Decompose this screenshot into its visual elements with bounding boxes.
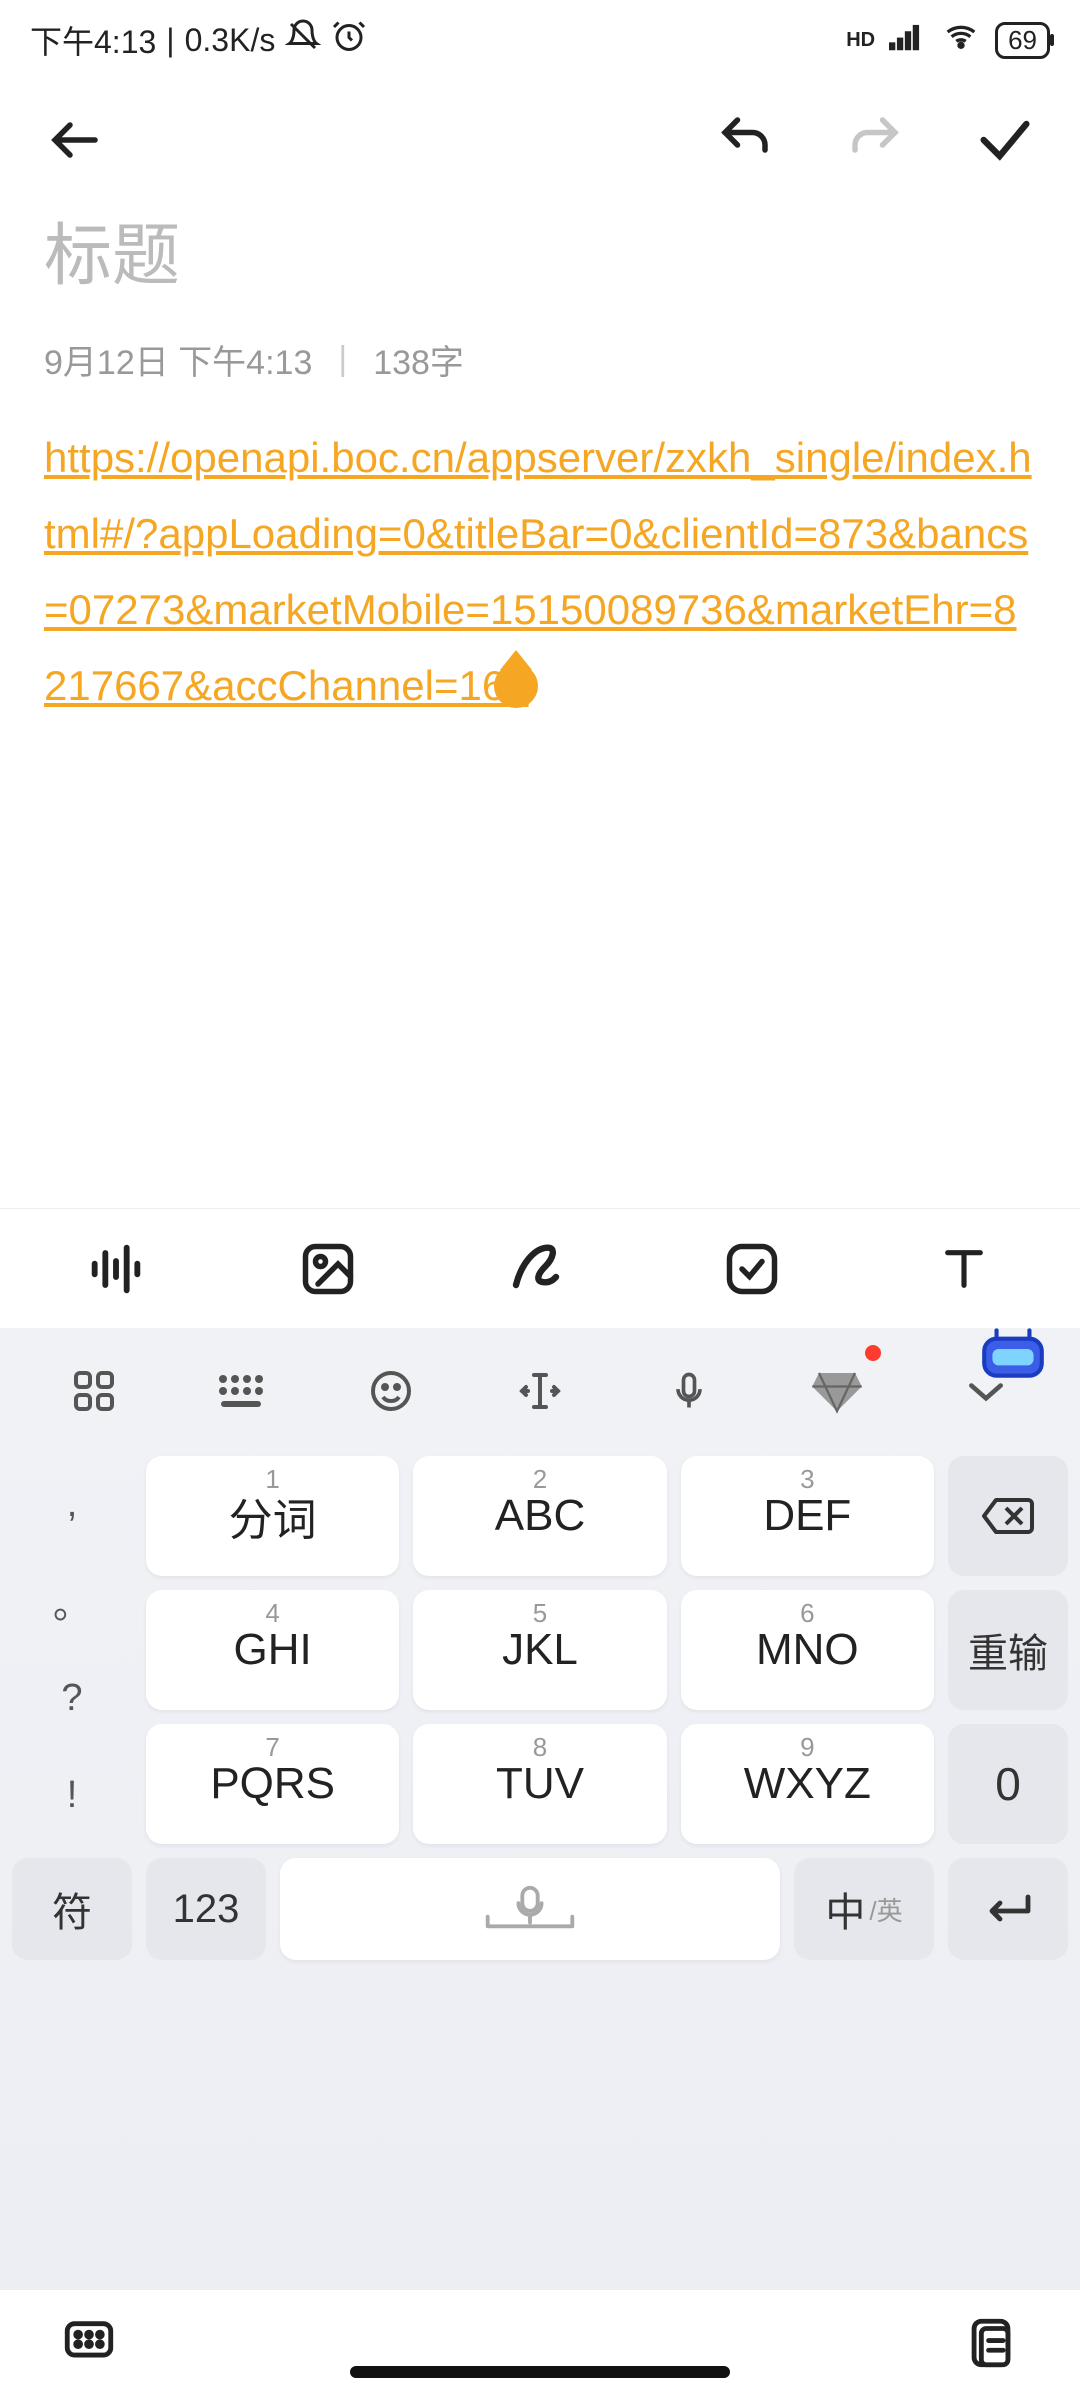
key-question[interactable]: ? [12,1657,132,1740]
diamond-icon[interactable] [797,1351,877,1431]
key-reinput[interactable]: 重输 [948,1590,1068,1710]
text-format-button[interactable] [924,1229,1004,1309]
status-divider: | [166,22,174,59]
keyboard-main-grid: , 。 ? ! 1分词 2ABC 3DEF 4GHI 5JKL 6MNO 重输 … [0,1446,1080,1844]
do-not-disturb-icon [285,18,321,62]
title-input[interactable]: 标题 [44,200,1036,299]
key-9[interactable]: 9WXYZ [681,1724,934,1844]
key-8[interactable]: 8TUV [413,1724,666,1844]
app-header [0,80,1080,200]
emoji-icon[interactable] [351,1351,431,1431]
editor-toolbar [0,1208,1080,1328]
key-language[interactable]: 中/英 [794,1858,934,1960]
status-left: 下午4:13 | 0.3K/s [30,17,367,63]
keyboard-bottom-row: 符 123 中/英 [0,1844,1080,1978]
checklist-button[interactable] [712,1229,792,1309]
key-period[interactable]: 。 [12,1560,132,1643]
key-123[interactable]: 123 [146,1858,266,1960]
keyboard-switch-icon[interactable] [203,1351,283,1431]
battery-indicator: 69 [995,22,1050,59]
mic-icon[interactable] [649,1351,729,1431]
wifi-icon [941,20,981,60]
key-2[interactable]: 2ABC [413,1456,666,1576]
content-link[interactable]: https://openapi.boc.cn/appserver/zxkh_si… [44,434,1032,709]
keyboard-assistant-icon[interactable] [976,1322,1050,1380]
meta-divider: | [338,340,347,379]
key-3[interactable]: 3DEF [681,1456,934,1576]
key-symbol[interactable]: 符 [12,1858,132,1960]
note-content[interactable]: https://openapi.boc.cn/appserver/zxkh_si… [44,420,1036,724]
key-7[interactable]: 7PQRS [146,1724,399,1844]
word-count: 138字 [373,335,464,384]
undo-button[interactable] [710,105,780,175]
status-right: HD 69 [846,20,1050,60]
key-1[interactable]: 1分词 [146,1456,399,1576]
apps-icon[interactable] [54,1351,134,1431]
key-zero[interactable]: 0 [948,1724,1068,1844]
back-button[interactable] [40,105,110,175]
image-button[interactable] [288,1229,368,1309]
keyboard-toolbar [0,1336,1080,1446]
status-time: 下午4:13 [30,17,156,63]
home-indicator[interactable] [350,2366,730,2378]
voice-wave-button[interactable] [76,1229,156,1309]
confirm-button[interactable] [970,105,1040,175]
cursor-icon[interactable] [500,1351,580,1431]
status-bar: 下午4:13 | 0.3K/s HD 69 [0,0,1080,80]
text-cursor-handle[interactable] [494,664,538,708]
key-comma[interactable]: , [12,1463,132,1546]
meta-line: 9月12日 下午4:13 | 138字 [44,335,1036,384]
key-enter[interactable] [948,1858,1068,1960]
draw-button[interactable] [500,1229,580,1309]
key-6[interactable]: 6MNO [681,1590,934,1710]
key-exclaim[interactable]: ! [12,1754,132,1837]
ime-keyboard: , 。 ? ! 1分词 2ABC 3DEF 4GHI 5JKL 6MNO 重输 … [0,1328,1080,2290]
status-speed: 0.3K/s [185,22,276,59]
clipboard-icon[interactable] [962,2314,1020,2377]
key-5[interactable]: 5JKL [413,1590,666,1710]
hd-indicator: HD [846,29,875,52]
keyboard-left-column: , 。 ? ! [12,1456,132,1844]
keyboard-hide-icon[interactable] [60,2314,118,2377]
system-nav-bar [0,2290,1080,2400]
alarm-icon [331,18,367,62]
key-4[interactable]: 4GHI [146,1590,399,1710]
key-space[interactable] [280,1858,780,1960]
redo-button[interactable] [840,105,910,175]
title-area: 标题 9月12日 下午4:13 | 138字 [44,200,1036,384]
key-backspace[interactable] [948,1456,1068,1576]
signal-icon [889,21,927,59]
note-date: 9月12日 下午4:13 [44,335,312,384]
